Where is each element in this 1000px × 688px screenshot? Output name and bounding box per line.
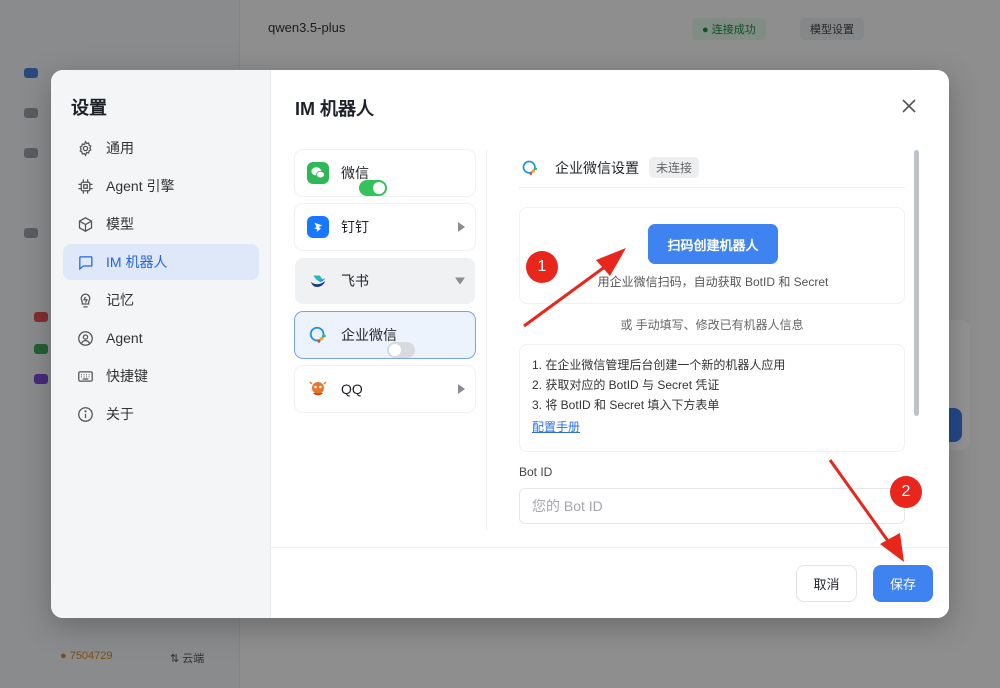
channel-label: 飞书 — [341, 273, 369, 289]
nav-label: 关于 — [106, 406, 134, 422]
nav-item-shortcuts[interactable]: 快捷键 — [63, 358, 259, 394]
manual-link[interactable]: 配置手册 — [532, 417, 580, 437]
nav-label: 记忆 — [106, 292, 134, 308]
keyboard-icon — [78, 370, 93, 382]
annotation-marker-1: 1 — [526, 251, 558, 283]
user-circle-icon — [78, 330, 93, 346]
nav-label: 通用 — [106, 140, 134, 156]
wecom-icon — [307, 324, 329, 346]
panel-title: 企业微信设置 — [555, 159, 639, 176]
settings-dialog: 设置 通用 Agent 引擎 模型 IM 机器人 记忆 Agent 快捷键 关于… — [51, 70, 949, 618]
chevron-right-icon[interactable] — [458, 222, 465, 232]
channel-item-feishu[interactable]: 飞书 — [295, 258, 475, 304]
close-icon[interactable] — [899, 96, 919, 116]
channel-label: QQ — [341, 381, 363, 397]
nav-label: Agent 引擎 — [106, 178, 175, 194]
bot-id-input[interactable] — [519, 488, 905, 524]
qq-icon — [307, 378, 329, 400]
page-title: IM 机器人 — [295, 99, 374, 119]
step-item: 3. 将 BotID 和 Secret 填入下方表单 — [532, 398, 720, 412]
nav-item-general[interactable]: 通用 — [63, 130, 259, 166]
settings-title: 设置 — [71, 98, 107, 118]
nav-item-model[interactable]: 模型 — [63, 206, 259, 242]
manual-divider-text: 或 手动填写、修改已有机器人信息 — [620, 318, 804, 332]
nav-label: IM 机器人 — [106, 254, 168, 270]
wecom-toggle[interactable] — [387, 342, 415, 358]
feishu-icon — [307, 270, 329, 292]
panel-header: 企业微信设置 未连接 — [519, 148, 905, 188]
annotation-marker-2: 2 — [890, 476, 922, 508]
dingtalk-icon — [307, 216, 329, 238]
cancel-button[interactable]: 取消 — [796, 565, 857, 602]
chip-icon — [78, 178, 93, 194]
wecom-icon — [519, 157, 541, 179]
cube-icon — [78, 216, 93, 232]
info-icon — [78, 406, 93, 422]
setup-steps: 1. 在企业微信管理后台创建一个新的机器人应用 2. 获取对应的 BotID 与… — [519, 344, 905, 452]
settings-nav: 通用 Agent 引擎 模型 IM 机器人 记忆 Agent 快捷键 关于 — [63, 130, 259, 434]
panel-divider — [486, 150, 487, 530]
wecom-settings-panel: 企业微信设置 未连接 扫码创建机器人 用企业微信扫码，自动获取 BotID 和 … — [519, 148, 913, 548]
wechat-icon — [307, 162, 329, 184]
scan-hint: 用企业微信扫码，自动获取 BotID 和 Secret — [597, 275, 829, 289]
nav-label: 快捷键 — [106, 368, 148, 384]
channel-list: 微信 钉钉 飞书 企业微信 QQ — [295, 150, 475, 420]
nav-item-agent[interactable]: Agent — [63, 320, 259, 356]
bot-id-label: Bot ID — [519, 465, 553, 479]
brain-icon — [80, 292, 91, 308]
step-item: 2. 获取对应的 BotID 与 Secret 凭证 — [532, 378, 720, 392]
scan-create-bot-button[interactable]: 扫码创建机器人 — [648, 224, 778, 264]
chevron-right-icon[interactable] — [458, 384, 465, 394]
nav-item-agent-engine[interactable]: Agent 引擎 — [63, 168, 259, 204]
channel-label: 钉钉 — [341, 219, 369, 235]
channel-item-wechat[interactable]: 微信 — [295, 150, 475, 196]
dialog-footer: 取消 保存 — [271, 547, 949, 618]
step-item: 1. 在企业微信管理后台创建一个新的机器人应用 — [532, 358, 786, 372]
nav-item-about[interactable]: 关于 — [63, 396, 259, 432]
chevron-down-icon[interactable] — [455, 277, 465, 285]
save-button[interactable]: 保存 — [873, 565, 933, 602]
nav-item-memory[interactable]: 记忆 — [63, 282, 259, 318]
wechat-toggle[interactable] — [359, 180, 387, 196]
nav-label: 模型 — [106, 216, 134, 232]
channel-item-wecom[interactable]: 企业微信 — [295, 312, 475, 358]
status-badge: 未连接 — [649, 157, 700, 178]
channel-item-dingtalk[interactable]: 钉钉 — [295, 204, 475, 250]
chat-bubble-icon — [79, 255, 93, 270]
channel-item-qq[interactable]: QQ — [295, 366, 475, 412]
nav-item-im-bot[interactable]: IM 机器人 — [63, 244, 259, 280]
settings-main: IM 机器人 微信 钉钉 飞书 企业微信 QQ 企业微信设置 未连接 扫码创建机… — [271, 70, 949, 618]
channel-label: 企业微信 — [341, 327, 397, 343]
nav-label: Agent — [106, 330, 143, 346]
scrollbar[interactable] — [914, 150, 919, 416]
gear-icon — [79, 139, 92, 157]
scan-section: 扫码创建机器人 用企业微信扫码，自动获取 BotID 和 Secret — [519, 207, 905, 304]
settings-sidebar: 设置 通用 Agent 引擎 模型 IM 机器人 记忆 Agent 快捷键 关于 — [51, 70, 271, 618]
